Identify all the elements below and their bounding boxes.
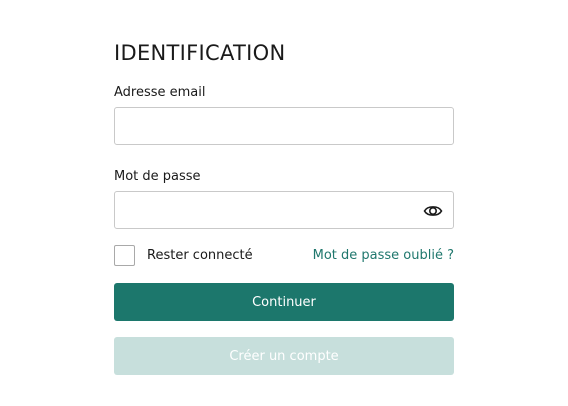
create-account-button[interactable]: Créer un compte xyxy=(114,337,454,375)
email-field-wrapper xyxy=(114,107,454,145)
login-form: IDENTIFICATION Adresse email Mot de pass… xyxy=(114,40,454,375)
forgot-password-link[interactable]: Mot de passe oublié ? xyxy=(313,247,454,264)
page-title: IDENTIFICATION xyxy=(114,41,286,65)
email-field[interactable] xyxy=(115,108,453,144)
password-label: Mot de passe xyxy=(114,169,201,184)
remember-me-label: Rester connecté xyxy=(147,248,253,263)
password-field-wrapper xyxy=(114,191,454,229)
remember-me-checkbox[interactable] xyxy=(114,245,135,266)
email-label: Adresse email xyxy=(114,85,206,100)
eye-icon[interactable] xyxy=(423,201,443,221)
continue-button[interactable]: Continuer xyxy=(114,283,454,321)
options-row: Rester connecté Mot de passe oublié ? xyxy=(114,245,454,266)
password-field[interactable] xyxy=(115,192,453,228)
